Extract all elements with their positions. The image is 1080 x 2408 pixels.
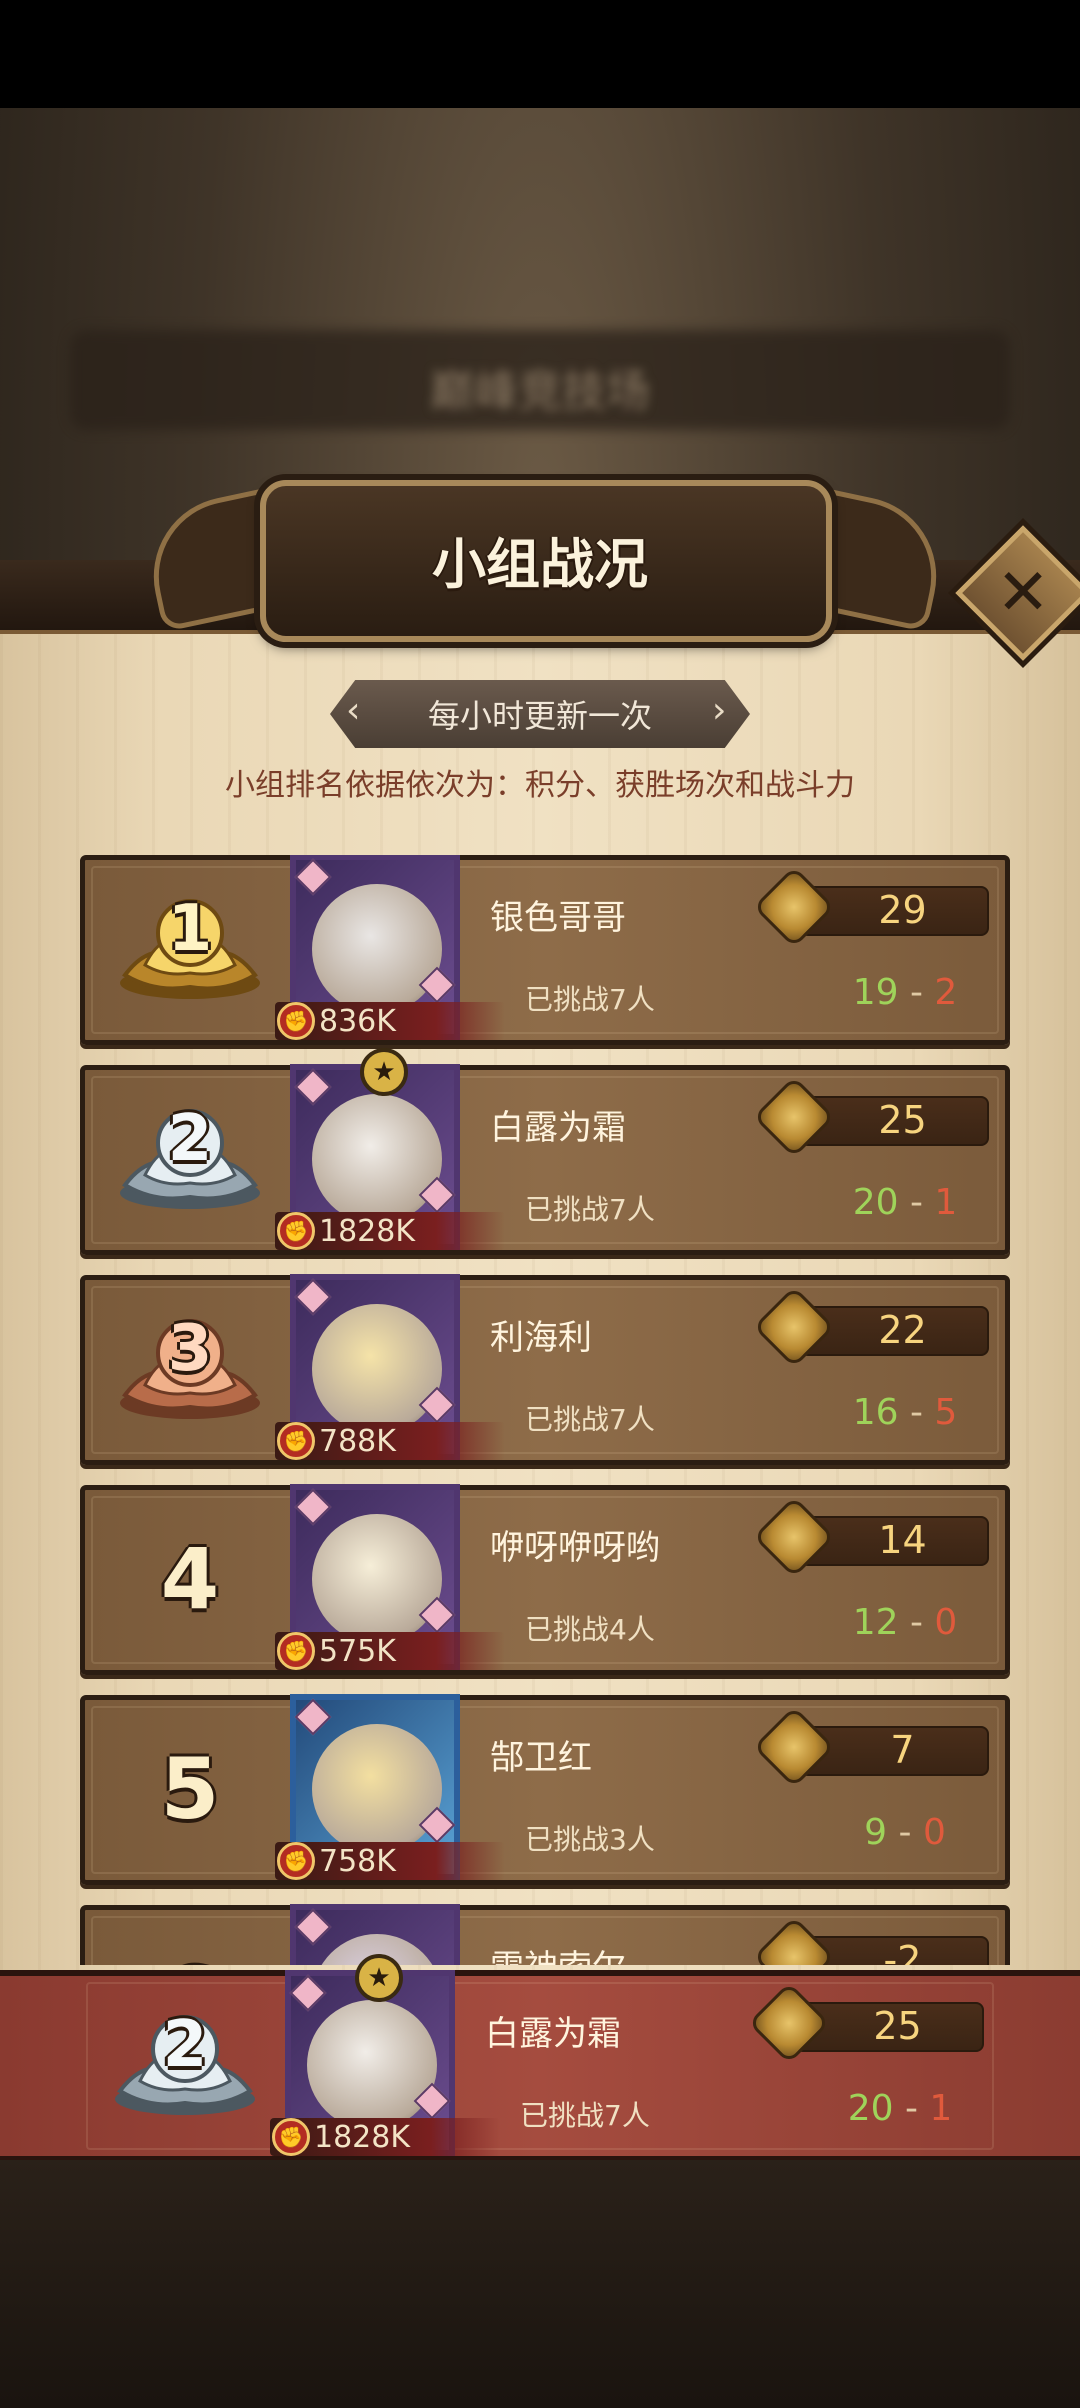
power-value: 1828K <box>314 2120 411 2155</box>
rank-number: 1 <box>167 892 213 966</box>
record-separator: - <box>898 1182 935 1223</box>
record-separator: - <box>893 2088 930 2129</box>
ranking-rule-text: 小组排名依据依次为：积分、获胜场次和战斗力 <box>225 768 855 803</box>
wins-count: 20 <box>852 1182 899 1223</box>
rank-number: 3 <box>167 1312 213 1386</box>
power-value: 1828K <box>319 1214 416 1249</box>
challenged-count: 已挑战7人 <box>525 983 655 1016</box>
record-separator: - <box>898 1392 935 1433</box>
wins-count: 12 <box>852 1602 899 1643</box>
score-value: 29 <box>878 888 927 932</box>
avatar-gem-icon <box>294 858 332 896</box>
wins-count: 9 <box>864 1812 888 1853</box>
challenged-count: 已挑战4人 <box>525 1613 655 1646</box>
win-loss-record: 9 - 0 <box>825 1812 985 1853</box>
avatar-gem-icon <box>294 1278 332 1316</box>
ranking-row[interactable]: 1 ✊ 836K 银色哥哥已挑战7人 29 19 - 2 <box>80 855 1010 1045</box>
avatar-gem-icon <box>294 1068 332 1106</box>
avatar-portrait <box>312 1094 442 1224</box>
score-value: 25 <box>873 2004 922 2048</box>
win-loss-record: 20 - 1 <box>825 1182 985 1223</box>
player-name: 利海利 <box>490 1318 592 1358</box>
wins-count: 16 <box>852 1392 899 1433</box>
score-value: 22 <box>878 1308 927 1352</box>
player-name: 白露为霜 <box>485 2014 621 2054</box>
ranking-list[interactable]: 1 ✊ 836K 银色哥哥 已挑战7人 29 19 - 2 2 ★ ✊ 1828K 白露为霜 已挑战7… <box>0 855 1080 1965</box>
star-badge-icon: ★ <box>355 1954 403 2002</box>
score-value: 7 <box>890 1728 915 1772</box>
ranking-row[interactable]: 3 ✊ 788K 利海利已挑战7人 22 16 - 5 <box>80 1274 1010 1465</box>
rank-number: 2 <box>167 1102 213 1176</box>
losses-count: 5 <box>934 1392 958 1433</box>
rank-number: 2 <box>162 2008 208 2082</box>
losses-count: 2 <box>934 972 958 1013</box>
losses-count: 0 <box>934 1602 958 1643</box>
ranking-row[interactable]: 5 ✊ 758K 郜卫红 已挑战3人 7 9 - 0 <box>80 1694 1010 1885</box>
avatar-portrait <box>312 1724 442 1854</box>
score-value: 25 <box>878 1098 927 1142</box>
power-value: 836K <box>319 1004 396 1039</box>
challenged-count: 已挑战3人 <box>525 1823 655 1856</box>
score-value: 14 <box>878 1518 927 1562</box>
wins-count: 20 <box>847 2088 894 2129</box>
record-separator: - <box>898 972 935 1013</box>
challenged-count: 已挑战7人 <box>525 1403 655 1436</box>
bottom-shade <box>0 2160 1080 2408</box>
avatar-portrait <box>307 2000 437 2130</box>
rank-number: 5 <box>160 1740 220 1838</box>
update-frequency-label: 每小时更新一次 <box>427 697 652 735</box>
ranking-row[interactable]: 2 ★ ✊ 1828K 白露为霜已挑战7人 25 20 - 1 <box>80 1048 1010 1255</box>
ranking-row[interactable]: 4 ✊ 575K 咿呀咿呀哟已挑战4人 14 12 - 0 <box>80 1484 1010 1675</box>
fist-icon: ✊ <box>277 1002 315 1040</box>
close-icon[interactable]: ✕ <box>970 540 1076 646</box>
power-value: 575K <box>319 1634 396 1669</box>
rank-number: 6 <box>125 1950 255 1965</box>
score-value: -2 <box>883 1938 922 1965</box>
player-name: 白露为霜 <box>490 1108 626 1148</box>
my-rank-bar[interactable]: 2 ★ ✊ 1828K 白露为霜已挑战7人 25 20 - 1 <box>0 1954 1080 2162</box>
avatar-gem-icon <box>294 1908 332 1946</box>
avatar-gem-icon <box>294 1698 332 1736</box>
power-value: 758K <box>319 1844 396 1879</box>
fist-icon: ✊ <box>277 1422 315 1460</box>
record-separator: - <box>898 1602 935 1643</box>
avatar-gem-icon <box>289 1974 327 2012</box>
avatar-portrait <box>312 884 442 1014</box>
power-value: 788K <box>319 1424 396 1459</box>
player-name: 咿呀咿呀哟 <box>490 1528 660 1568</box>
wins-count: 19 <box>852 972 899 1013</box>
losses-count: 1 <box>929 2088 953 2129</box>
avatar-portrait <box>312 1304 442 1434</box>
fist-icon: ✊ <box>277 1842 315 1880</box>
fist-icon: ✊ <box>277 1212 315 1250</box>
player-name: 郜卫红 <box>490 1738 592 1778</box>
challenged-count: 已挑战7人 <box>525 1193 655 1226</box>
losses-count: 1 <box>934 1182 958 1223</box>
avatar-gem-icon <box>294 1488 332 1526</box>
my-rank-row[interactable]: 2 ★ ✊ 1828K 白露为霜已挑战7人 25 20 - 1 <box>80 1954 1000 2156</box>
record-separator: - <box>887 1812 923 1853</box>
win-loss-record: 19 - 2 <box>825 972 985 1013</box>
fist-icon: ✊ <box>272 2118 310 2156</box>
fist-icon: ✊ <box>277 1632 315 1670</box>
rank-number: 4 <box>160 1530 220 1628</box>
player-name: 雷神索尔 <box>490 1940 626 1965</box>
win-loss-record: 16 - 5 <box>825 1392 985 1433</box>
win-loss-record: 12 - 0 <box>825 1602 985 1643</box>
losses-count: 0 <box>922 1812 946 1853</box>
player-name: 银色哥哥 <box>490 898 626 938</box>
star-badge-icon: ★ <box>360 1048 408 1096</box>
ranking-row[interactable]: 6 雷神索尔 -2 <box>80 1904 1010 1965</box>
win-loss-record: 20 - 1 <box>820 2088 980 2129</box>
background-blurred-text: 巅峰竞技场 <box>430 366 650 417</box>
avatar-portrait <box>312 1514 442 1644</box>
challenged-count: 已挑战7人 <box>520 2099 650 2132</box>
panel-title: 小组战况 <box>432 533 648 596</box>
